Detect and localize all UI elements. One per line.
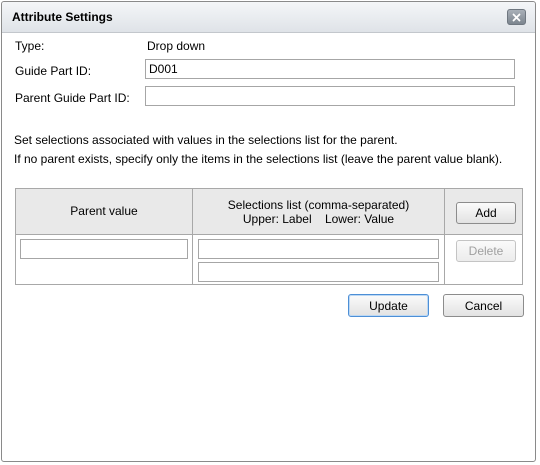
guide-part-id-input[interactable] xyxy=(145,59,515,79)
close-icon xyxy=(512,13,521,22)
attribute-settings-dialog: Attribute Settings Type: Drop down Guide… xyxy=(1,1,536,462)
parent-guide-part-id-label: Parent Guide Part ID: xyxy=(15,91,130,105)
header-selections-line1: Selections list (comma-separated) xyxy=(227,198,410,212)
guide-part-id-label: Guide Part ID: xyxy=(15,64,92,78)
selections-label-input[interactable] xyxy=(198,239,439,259)
type-label: Type: xyxy=(15,39,45,53)
grid-divider xyxy=(192,189,193,284)
selections-grid: Parent value Selections list (comma-sepa… xyxy=(15,188,523,285)
instruction-line-2: If no parent exists, specify only the it… xyxy=(14,152,503,166)
grid-divider xyxy=(444,189,445,284)
instruction-line-1: Set selections associated with values in… xyxy=(14,133,398,147)
parent-guide-part-id-input[interactable] xyxy=(145,86,515,106)
update-button[interactable]: Update xyxy=(348,294,429,317)
dialog-title: Attribute Settings xyxy=(12,10,113,24)
grid-divider xyxy=(16,234,522,235)
delete-button[interactable]: Delete xyxy=(456,240,516,262)
add-button[interactable]: Add xyxy=(456,202,516,224)
header-parent-value: Parent value xyxy=(70,204,138,218)
header-selections-cell: Selections list (comma-separated) Upper:… xyxy=(193,189,444,234)
header-selections-line2: Upper: Label Lower: Value xyxy=(242,212,395,226)
dialog-titlebar: Attribute Settings xyxy=(2,2,535,33)
header-parent-value-cell: Parent value xyxy=(16,189,192,234)
cancel-button[interactable]: Cancel xyxy=(443,294,524,317)
selections-value-input[interactable] xyxy=(198,262,439,282)
parent-value-input[interactable] xyxy=(20,239,188,259)
close-button[interactable] xyxy=(507,9,526,25)
type-value: Drop down xyxy=(147,39,206,53)
